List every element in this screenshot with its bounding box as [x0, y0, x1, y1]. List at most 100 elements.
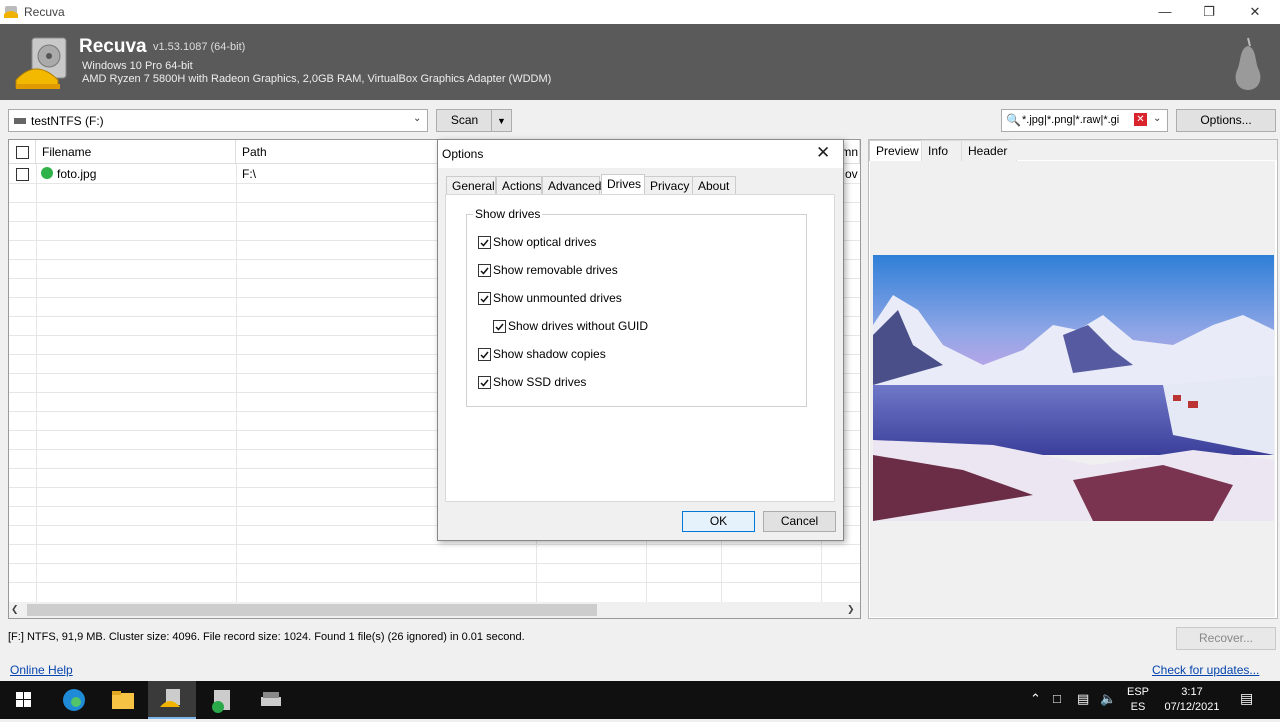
column-header-label: Filename — [42, 145, 92, 159]
language-bottom: ES — [1130, 701, 1146, 713]
chevron-down-icon: ⌄ — [413, 113, 422, 124]
app-header: Recuva v1.53.1087 (64-bit) Windows 10 Pr… — [0, 24, 1280, 100]
horizontal-scrollbar[interactable]: ❮ ❯ — [9, 602, 860, 618]
column-header-label: Path — [242, 145, 267, 159]
dialog-title: Options — [442, 147, 484, 161]
clock[interactable]: 3:17 07/12/2021 — [1160, 685, 1224, 715]
ok-button[interactable]: OK — [682, 511, 755, 532]
checkbox[interactable] — [478, 376, 491, 389]
file-filter-select[interactable]: 🔍 *.jpg|*.png|*.raw|*.gi ✕ ⌄ — [1001, 109, 1168, 132]
drive-icon — [14, 118, 26, 124]
online-help-link[interactable]: Online Help — [10, 663, 73, 677]
tab-label: Privacy — [650, 179, 690, 193]
hard-drive-icon — [261, 692, 281, 706]
select-all-header[interactable] — [9, 140, 36, 164]
tab-label: Info — [928, 144, 949, 158]
options-button[interactable]: Options... — [1176, 109, 1276, 132]
tab-label: Advanced — [548, 179, 602, 193]
drive-select[interactable]: testNTFS (F:) ⌄ — [8, 109, 428, 132]
checkbox[interactable] — [478, 236, 491, 249]
maximize-button[interactable]: ❐ — [1186, 0, 1232, 24]
option-label: Show removable drives — [493, 263, 618, 277]
option-label: Show shadow copies — [493, 347, 606, 361]
os-info: Windows 10 Pro 64-bit — [82, 60, 193, 72]
row-extra: ov — [845, 167, 858, 181]
minimize-button[interactable]: — — [1142, 0, 1188, 24]
checkbox[interactable] — [478, 348, 491, 361]
option-label: Show SSD drives — [493, 375, 587, 389]
drive-value: testNTFS (F:) — [31, 114, 104, 128]
hdd-refresh-icon — [212, 690, 230, 713]
check-updates-link[interactable]: Check for updates... — [1152, 663, 1259, 677]
hardware-info: AMD Ryzen 7 5800H with Radeon Graphics, … — [82, 73, 552, 85]
chevron-up-icon[interactable]: ⌃ — [1030, 691, 1041, 707]
app-name: Recuva — [79, 36, 147, 57]
preview-panel: Preview Info Header — [868, 139, 1278, 619]
options-dialog: Options ✕ General Actions Advanced Drive… — [437, 139, 844, 541]
scan-button[interactable]: Scan — [436, 109, 493, 132]
tab-page: Show drives Show optical drives Show rem… — [445, 194, 835, 502]
cancel-label: Cancel — [780, 514, 819, 528]
scrollbar-thumb[interactable] — [27, 604, 597, 616]
clock-date: 07/12/2021 — [1164, 701, 1220, 713]
cancel-button[interactable]: Cancel — [763, 511, 836, 532]
tab-advanced[interactable]: Advanced — [542, 176, 602, 195]
tab-label: Preview — [876, 144, 919, 158]
tab-label: About — [698, 179, 730, 193]
checkbox[interactable] — [493, 320, 506, 333]
recuva-app-icon — [4, 4, 19, 19]
language-top: ESP — [1126, 686, 1149, 698]
checkbox[interactable] — [478, 292, 491, 305]
window-title: Recuva — [24, 5, 65, 19]
start-button[interactable] — [0, 681, 48, 719]
close-icon[interactable]: ✕ — [816, 143, 830, 163]
recoverable-state-icon — [41, 167, 53, 179]
tab-preview[interactable]: Preview — [869, 140, 926, 161]
file-explorer-taskbar-button[interactable] — [99, 681, 147, 719]
search-icon: 🔍 — [1006, 113, 1021, 127]
caret-down-icon: ▼ — [497, 116, 506, 126]
tab-general[interactable]: General — [446, 176, 496, 195]
preview-area — [870, 161, 1275, 617]
tab-drives[interactable]: Drives — [601, 174, 645, 196]
tab-actions[interactable]: Actions — [496, 176, 542, 195]
chevron-down-icon: ⌄ — [1153, 113, 1162, 124]
ethernet-icon[interactable]: ▤ — [1077, 691, 1089, 707]
recuva-taskbar-button[interactable] — [148, 681, 196, 719]
option-label: Show drives without GUID — [508, 319, 649, 333]
ok-label: OK — [709, 514, 728, 528]
notifications-icon[interactable]: ▤ — [1240, 690, 1253, 707]
speaker-icon[interactable]: 🔈 — [1100, 691, 1116, 707]
scan-dropdown-button[interactable]: ▼ — [491, 109, 512, 132]
recover-button[interactable]: Recover... — [1176, 627, 1276, 650]
language-indicator[interactable]: ESP ES — [1126, 685, 1150, 715]
recuva-logo-icon — [14, 34, 72, 92]
network-icon[interactable]: □ — [1053, 691, 1061, 706]
taskbar: ⌃ □ 🔈 ▤ ESP ES 3:17 07/12/2021 ▤ — [0, 681, 1280, 719]
tab-strip-rest — [1009, 140, 1277, 160]
column-header-filename[interactable]: Filename — [36, 140, 236, 164]
tab-label: General — [452, 179, 495, 193]
preview-image — [873, 255, 1274, 521]
scan-label: Scan — [450, 113, 479, 127]
recuva-icon — [160, 689, 180, 707]
tab-info[interactable]: Info — [921, 140, 965, 161]
tab-privacy[interactable]: Privacy — [644, 176, 693, 195]
edge-taskbar-button[interactable] — [50, 681, 98, 719]
window-titlebar: Recuva — ❐ ✕ — [0, 0, 1280, 24]
edge-icon — [63, 689, 85, 711]
drive-tool-taskbar-button[interactable] — [247, 681, 295, 719]
recover-label: Recover... — [1198, 631, 1254, 645]
status-text: [F:] NTFS, 91,9 MB. Cluster size: 4096. … — [8, 631, 525, 643]
select-all-checkbox[interactable] — [16, 146, 29, 159]
checkbox[interactable] — [478, 264, 491, 277]
cleaner-taskbar-button[interactable] — [198, 681, 246, 719]
folder-icon — [112, 691, 134, 709]
scroll-left-arrow-icon[interactable]: ❮ — [11, 604, 19, 615]
row-checkbox[interactable] — [16, 168, 29, 181]
options-label: Options... — [1200, 113, 1252, 127]
tab-about[interactable]: About — [692, 176, 736, 195]
close-window-button[interactable]: ✕ — [1232, 0, 1278, 24]
scroll-right-arrow-icon[interactable]: ❯ — [847, 604, 855, 615]
clear-filter-icon[interactable]: ✕ — [1134, 113, 1147, 126]
